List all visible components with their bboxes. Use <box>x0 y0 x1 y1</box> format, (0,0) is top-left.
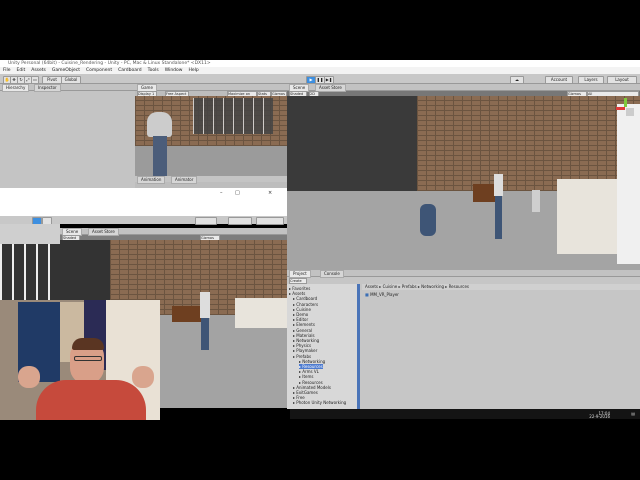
layers-dropdown[interactable]: Layers <box>578 76 604 84</box>
dark-wall <box>287 96 417 206</box>
tab-hierarchy[interactable]: Hierarchy <box>2 84 30 92</box>
milk-can <box>532 190 540 212</box>
minimize-icon[interactable]: – <box>220 190 228 196</box>
taskbar: 17:04 22-9-2016 ▤ <box>290 409 640 419</box>
game-panel: Game Display 1 Free Aspect Maximize on P… <box>135 84 287 188</box>
tree-item[interactable]: ▸ Photon Unity Networking <box>293 400 346 405</box>
npc-torso <box>494 174 503 196</box>
menu-item-edit[interactable]: Edit <box>17 68 26 73</box>
hair <box>72 338 104 350</box>
glasses <box>74 356 102 361</box>
menu-item-window[interactable]: Window <box>165 68 183 73</box>
menu-bar: File Edit Assets GameObject Component Cardboa… <box>0 67 640 74</box>
second-tab-asset-store[interactable]: Asset Store <box>88 228 119 236</box>
second-npc-legs <box>201 318 209 350</box>
toolbar: ✋ ✥ ↻ ⤢ ▭ Pivot Global ▶ ❚❚ ▶❚ ☁ Account… <box>0 74 640 84</box>
tab-animator[interactable]: Animator <box>171 176 198 184</box>
global-toggle[interactable]: Global <box>61 76 81 84</box>
left-hand <box>18 366 40 388</box>
second-layout-dropdown[interactable] <box>256 217 284 225</box>
tab-animation[interactable]: Animation <box>137 176 166 184</box>
tab-project[interactable]: Project <box>289 270 311 278</box>
tab-inspector[interactable]: Inspector <box>34 84 61 92</box>
taskbar-date: 22-9-2016 <box>589 414 610 419</box>
tree-scrollbar[interactable] <box>357 284 360 409</box>
kitchen-counter <box>557 179 617 254</box>
npc-legs <box>495 196 502 239</box>
scene-gizmo-axes[interactable] <box>616 98 636 120</box>
menu-item-gameobject[interactable]: GameObject <box>52 68 80 73</box>
second-counter <box>235 298 287 328</box>
second-account-dropdown[interactable] <box>195 217 217 225</box>
asset-name: MM_VR_Player <box>370 292 399 297</box>
rect-tool-button[interactable]: ▭ <box>31 76 39 84</box>
step-button[interactable]: ▶❚ <box>324 76 334 84</box>
player-legs <box>153 136 167 176</box>
close-icon[interactable]: × <box>268 190 276 196</box>
kitchen-shelf <box>617 104 640 264</box>
project-tree: ▸ Favorites ▸ Assets ▸ Cardboard ▸ Characte… <box>287 284 357 409</box>
menu-item-file[interactable]: File <box>3 68 11 73</box>
tab-console[interactable]: Console <box>320 270 344 278</box>
hierarchy-panel: Hierarchy Inspector <box>0 84 135 188</box>
breadcrumb[interactable]: Assets ▸ Cuisine ▸ Prefabs ▸ Networking … <box>362 284 640 290</box>
brick-wall <box>417 96 640 191</box>
right-hand <box>132 366 154 388</box>
second-npc-torso <box>200 292 210 318</box>
notification-icon[interactable]: ▤ <box>631 409 635 419</box>
menu-item-help[interactable]: Help <box>188 68 198 73</box>
asset-item[interactable]: ■ MM_VR_Player <box>365 292 399 297</box>
layout-dropdown[interactable]: Layout <box>607 76 637 84</box>
account-dropdown[interactable]: Account <box>545 76 573 84</box>
second-layers-dropdown[interactable] <box>228 217 252 225</box>
tab-asset-store[interactable]: Asset Store <box>315 84 346 92</box>
red-shirt <box>36 380 146 420</box>
shelves <box>193 98 273 134</box>
second-table <box>172 306 202 322</box>
tree-item-label: Photon Unity Networking <box>296 400 347 406</box>
maximize-icon[interactable]: □ <box>235 190 243 196</box>
crouching-character <box>420 204 436 236</box>
player-character <box>147 112 172 137</box>
window-title: Unity Personal (64bit) - Cuisine_Renderi… <box>0 60 640 67</box>
scene-panel: Scene Asset Store Shaded 2D Gizmos All <box>287 84 640 270</box>
menu-item-cardboard[interactable]: Cardboard <box>118 68 142 73</box>
webcam-overlay <box>0 300 160 420</box>
cloud-icon[interactable]: ☁ <box>510 76 524 84</box>
project-panel: Project Console Create ▸ Favorites ▸ Asse… <box>287 270 640 409</box>
menu-item-assets[interactable]: Assets <box>31 68 46 73</box>
menu-item-tools[interactable]: Tools <box>148 68 159 73</box>
second-window-toolbar <box>0 216 287 225</box>
prefab-icon: ■ <box>365 292 369 297</box>
menu-item-component[interactable]: Component <box>86 68 112 73</box>
pivot-toggle[interactable]: Pivot <box>42 76 62 84</box>
